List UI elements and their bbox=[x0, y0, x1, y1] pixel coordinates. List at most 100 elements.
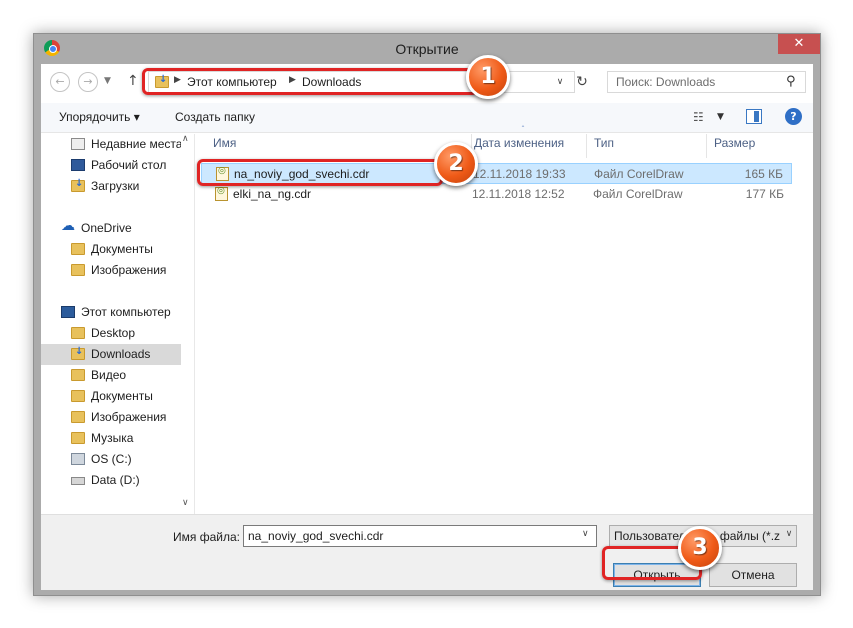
file-date: 12.11.2018 12:52 bbox=[472, 187, 565, 201]
view-dropdown-icon[interactable]: ▼ bbox=[717, 112, 724, 122]
nav-item-drive-c[interactable]: OS (C:) bbox=[41, 449, 181, 470]
file-type: Файл CorelDraw bbox=[593, 187, 683, 201]
column-header-name[interactable]: Имя bbox=[213, 136, 236, 150]
recent-locations-dropdown[interactable]: ▼ bbox=[104, 76, 111, 86]
nav-item-label: Музыка bbox=[91, 431, 134, 445]
nav-item-this-pc[interactable]: Этот компьютер bbox=[41, 302, 181, 323]
filename-label: Имя файла: bbox=[173, 530, 240, 544]
nav-item-label: Видео bbox=[91, 368, 127, 382]
scroll-down-icon[interactable]: ∨ bbox=[182, 498, 189, 508]
nav-item-downloads-ru[interactable]: Загрузки bbox=[41, 176, 181, 197]
file-size: 165 КБ bbox=[744, 167, 783, 181]
chevron-down-icon: ∨ bbox=[782, 529, 796, 539]
column-header-date[interactable]: Дата изменения bbox=[474, 136, 564, 150]
downloads-folder-icon bbox=[71, 346, 85, 360]
nav-item-video[interactable]: Видео bbox=[41, 365, 181, 386]
nav-item-music[interactable]: Музыка bbox=[41, 428, 181, 449]
file-row[interactable]: elki_na_ng.cdr 12.11.2018 12:52 Файл Cor… bbox=[201, 184, 792, 205]
back-button[interactable]: ← bbox=[50, 72, 70, 92]
recent-icon bbox=[71, 138, 85, 150]
nav-item-desktop-en[interactable]: Desktop bbox=[41, 323, 181, 344]
cloud-icon: ☁ bbox=[61, 218, 75, 234]
downloads-folder-icon bbox=[71, 178, 85, 192]
nav-item-label: Изображения bbox=[91, 410, 167, 424]
search-icon[interactable]: ⚲ bbox=[786, 74, 796, 89]
preview-pane-icon[interactable] bbox=[746, 109, 762, 124]
nav-item-documents[interactable]: Документы bbox=[41, 386, 181, 407]
close-button[interactable]: ✕ bbox=[778, 34, 820, 54]
nav-item-label: Загрузки bbox=[91, 179, 140, 193]
video-folder-icon bbox=[71, 369, 85, 381]
title-bar[interactable]: Открытие ✕ bbox=[34, 34, 820, 64]
navigation-pane-scrollbar[interactable]: ∧ ∨ bbox=[179, 134, 194, 514]
nav-item-pictures[interactable]: Изображения bbox=[41, 407, 181, 428]
file-size: 177 КБ bbox=[745, 187, 784, 201]
nav-item-label: Документы bbox=[91, 389, 153, 403]
nav-item-label: Downloads bbox=[91, 347, 151, 361]
file-name: elki_na_ng.cdr bbox=[233, 187, 312, 201]
nav-item-label: Data (D:) bbox=[91, 473, 140, 487]
nav-item-label: Рабочий стол bbox=[91, 158, 167, 172]
nav-item-label: Изображения bbox=[91, 263, 167, 277]
help-icon[interactable]: ? bbox=[785, 108, 802, 125]
up-button[interactable]: ↑ bbox=[127, 73, 139, 89]
highlight-selected-file bbox=[197, 159, 443, 186]
scroll-up-icon[interactable]: ∧ bbox=[182, 134, 189, 144]
step-badge-2: 2 bbox=[434, 142, 478, 186]
folder-icon bbox=[71, 264, 85, 276]
chevron-down-icon[interactable]: ∨ bbox=[582, 529, 589, 539]
step-badge-1: 1 bbox=[466, 55, 510, 99]
nav-item-label: Этот компьютер bbox=[81, 305, 171, 319]
sort-indicator-icon: ˆ bbox=[521, 125, 525, 134]
chevron-down-icon: ∨ bbox=[556, 77, 564, 87]
coreldraw-file-icon bbox=[215, 186, 228, 201]
nav-item-onedrive-documents[interactable]: Документы bbox=[41, 239, 181, 260]
chevron-down-icon: ▼ bbox=[104, 76, 111, 86]
view-options-icon[interactable]: ☷ bbox=[693, 110, 704, 124]
arrow-right-icon: → bbox=[83, 75, 93, 88]
computer-icon bbox=[61, 306, 75, 318]
address-history-dropdown[interactable]: ∨ bbox=[549, 71, 571, 93]
arrow-up-icon: ↑ bbox=[127, 73, 139, 89]
filename-input[interactable]: na_noviy_god_svechi.cdr ∨ bbox=[243, 525, 597, 547]
filename-value: na_noviy_god_svechi.cdr bbox=[248, 529, 384, 543]
drive-icon bbox=[71, 477, 85, 485]
music-folder-icon bbox=[71, 432, 85, 444]
navigation-pane[interactable]: Недавние места Рабочий стол Загрузки ☁ O… bbox=[41, 134, 194, 514]
file-date: 12.11.2018 19:33 bbox=[473, 167, 566, 181]
folder-icon bbox=[71, 327, 85, 339]
nav-item-label: Недавние места bbox=[91, 137, 181, 151]
desktop-icon bbox=[71, 159, 85, 171]
nav-item-drive-d[interactable]: Data (D:) bbox=[41, 470, 181, 491]
search-box[interactable]: Поиск: Downloads ⚲ bbox=[607, 71, 806, 93]
nav-item-onedrive[interactable]: ☁ OneDrive bbox=[41, 218, 181, 239]
organize-button[interactable]: Упорядочить ▾ bbox=[59, 110, 140, 124]
cancel-button[interactable]: Отмена bbox=[709, 563, 797, 587]
column-header-size[interactable]: Размер bbox=[714, 136, 755, 150]
column-divider[interactable] bbox=[586, 134, 587, 158]
nav-item-downloads[interactable]: Downloads bbox=[41, 344, 181, 365]
pictures-folder-icon bbox=[71, 411, 85, 423]
file-type: Файл CorelDraw bbox=[594, 167, 684, 181]
column-header-type[interactable]: Тип bbox=[594, 136, 614, 150]
search-input[interactable]: Поиск: Downloads bbox=[616, 75, 715, 89]
open-file-dialog: Открытие ✕ ← → ▼ ↑ ▶ Этот компьютер ▶ Do… bbox=[33, 33, 821, 596]
pane-divider[interactable] bbox=[194, 134, 195, 514]
refresh-icon: ↻ bbox=[576, 74, 588, 90]
nav-item-onedrive-pictures[interactable]: Изображения bbox=[41, 260, 181, 281]
arrow-left-icon: ← bbox=[55, 75, 65, 88]
folder-icon bbox=[71, 243, 85, 255]
new-folder-button[interactable]: Создать папку bbox=[175, 110, 255, 124]
forward-button[interactable]: → bbox=[78, 72, 98, 92]
nav-item-label: Desktop bbox=[91, 326, 136, 340]
refresh-button[interactable]: ↻ bbox=[571, 71, 593, 93]
command-toolbar: Упорядочить ▾ Создать папку ☷ ▼ ? bbox=[41, 103, 813, 133]
dialog-client-area: ← → ▼ ↑ ▶ Этот компьютер ▶ Downloads ∨ ↻… bbox=[41, 64, 813, 590]
documents-folder-icon bbox=[71, 390, 85, 402]
nav-item-label: OneDrive bbox=[81, 221, 132, 235]
nav-item-desktop[interactable]: Рабочий стол bbox=[41, 155, 181, 176]
column-divider[interactable] bbox=[706, 134, 707, 158]
window-title: Открытие bbox=[395, 41, 459, 57]
nav-item-recent[interactable]: Недавние места bbox=[41, 134, 181, 155]
nav-item-label: Документы bbox=[91, 242, 153, 256]
